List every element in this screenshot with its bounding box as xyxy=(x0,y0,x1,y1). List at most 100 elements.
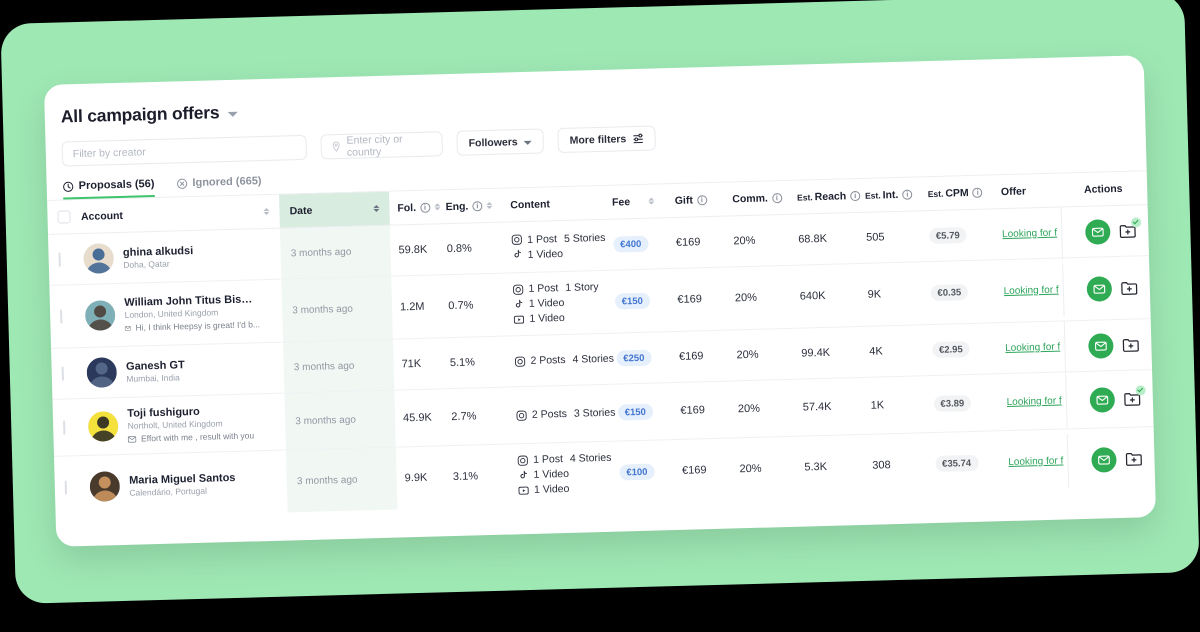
cell-account: Maria Miguel Santos Calendário, Portugal xyxy=(87,450,287,518)
offer-link[interactable]: Looking for f xyxy=(1002,227,1060,239)
cell-reach: 99.4K xyxy=(800,326,870,380)
commission-value: 20% xyxy=(737,402,761,416)
info-icon[interactable]: i xyxy=(850,190,861,201)
offer-link[interactable]: Looking for f xyxy=(1003,284,1061,296)
add-to-folder-button[interactable] xyxy=(1124,449,1144,469)
add-to-folder-button[interactable] xyxy=(1118,216,1142,241)
instagram-icon xyxy=(514,356,526,367)
cell-gift: €169 xyxy=(678,329,738,383)
cell-date: 3 months ago xyxy=(283,339,395,394)
th-fee: Fee xyxy=(611,183,676,220)
sort-account[interactable] xyxy=(263,207,270,216)
sort-date[interactable] xyxy=(373,204,380,213)
row-checkbox[interactable] xyxy=(61,366,64,381)
message-button[interactable] xyxy=(1090,446,1117,473)
account-name[interactable]: Ganesh GT xyxy=(126,359,185,373)
chevron-down-icon[interactable] xyxy=(227,111,238,118)
info-icon[interactable]: i xyxy=(472,200,483,211)
th-offer: Offer xyxy=(1000,172,1073,209)
message-button[interactable] xyxy=(1084,218,1111,245)
content-line: 1 Video xyxy=(517,467,619,482)
cell-commission: 20% xyxy=(737,379,804,438)
avatar xyxy=(88,411,120,442)
cell-engagement: 0.8% xyxy=(442,222,505,275)
cell-date: 3 months ago xyxy=(280,225,392,280)
sort-eng[interactable] xyxy=(486,201,493,210)
search-input[interactable]: Filter by creator xyxy=(61,134,308,167)
content-item: 4 Stories xyxy=(569,451,612,465)
content-item: 1 Post xyxy=(527,232,558,246)
offer-link[interactable]: Looking for f xyxy=(1006,395,1064,407)
cpm-badge: €5.79 xyxy=(928,227,967,245)
th-gift: Gift i xyxy=(674,181,733,218)
youtube-icon xyxy=(518,486,529,495)
cpm-badge: €3.89 xyxy=(933,394,972,413)
followers-value: 59.8K xyxy=(398,243,428,257)
campaign-offers-card: All campaign offers Filter by creator En… xyxy=(43,55,1157,547)
cell-gift: €169 xyxy=(675,215,735,269)
cell-content: 1 Post 4 Stories 1 Video 1 Video xyxy=(509,441,620,506)
cell-fee: €100 xyxy=(619,439,683,503)
add-to-folder-button[interactable] xyxy=(1121,335,1141,355)
envelope-icon xyxy=(1093,284,1106,294)
th-actions-label: Actions xyxy=(1083,182,1123,196)
engagement-value: 0.7% xyxy=(448,299,474,313)
row-checkbox[interactable] xyxy=(58,252,61,267)
info-icon[interactable]: i xyxy=(696,194,707,205)
cpm-badge: €2.95 xyxy=(931,341,970,359)
avatar xyxy=(89,471,121,502)
add-to-folder-button[interactable] xyxy=(1119,278,1139,298)
cell-cpm: €3.89 xyxy=(932,373,1008,433)
row-checkbox[interactable] xyxy=(63,420,66,435)
account-name[interactable]: ghina alkudsi xyxy=(123,244,194,258)
tab-proposals[interactable]: Proposals (56) xyxy=(63,178,155,199)
th-comm: Comm. i xyxy=(731,180,798,216)
more-filters-button[interactable]: More filters xyxy=(557,125,656,154)
folder-add-icon xyxy=(1125,452,1142,466)
clock-icon xyxy=(63,181,74,192)
sort-fee[interactable] xyxy=(648,197,655,205)
info-icon[interactable]: i xyxy=(972,187,983,198)
row-checkbox[interactable] xyxy=(64,480,68,495)
account-message-text: Hi, I think Heepsy is great! I'd b... xyxy=(135,319,261,333)
location-input[interactable]: Enter city or country xyxy=(320,131,444,160)
followers-value: 45.9K xyxy=(402,411,432,425)
cell-followers: 71K xyxy=(392,337,447,391)
gift-value: €169 xyxy=(680,404,706,417)
cell-offer: Looking for f xyxy=(1005,371,1079,431)
cell-interactions: 9K xyxy=(866,261,932,327)
sort-fol[interactable] xyxy=(433,203,441,211)
message-button[interactable] xyxy=(1087,332,1114,359)
cell-followers: 9.9K xyxy=(396,446,450,510)
th-account-label: Account xyxy=(80,209,124,223)
info-icon[interactable]: i xyxy=(771,192,782,203)
tab-ignored[interactable]: Ignored (665) xyxy=(176,175,262,196)
avatar-image xyxy=(89,471,121,502)
cell-fee: €250 xyxy=(615,331,680,385)
message-button[interactable] xyxy=(1086,275,1113,302)
account-message-text: Effort with me , result with you xyxy=(140,430,255,444)
th-actions: Actions xyxy=(1071,170,1156,207)
cell-actions xyxy=(1060,203,1156,259)
followers-filter-button[interactable]: Followers xyxy=(456,128,545,156)
cell-gift: €169 xyxy=(676,266,736,332)
info-icon[interactable]: i xyxy=(902,189,913,200)
cell-checkbox xyxy=(51,347,86,400)
table-scroll-area: Account Date Fol. i Eng. i Content Fee G… xyxy=(47,170,1156,519)
instagram-icon xyxy=(511,234,522,245)
content-line: 1 Post 1 Story xyxy=(512,281,614,296)
offer-link[interactable]: Looking for f xyxy=(1008,455,1066,467)
location-placeholder: Enter city or country xyxy=(346,132,403,159)
content-line: 1 Video xyxy=(518,482,620,497)
message-button[interactable] xyxy=(1089,386,1116,413)
add-to-folder-button[interactable] xyxy=(1122,384,1146,409)
cell-engagement: 0.7% xyxy=(443,273,506,338)
row-checkbox[interactable] xyxy=(60,309,63,324)
gift-value: €169 xyxy=(681,464,707,477)
offer-link[interactable]: Looking for f xyxy=(1005,341,1063,353)
cell-followers: 45.9K xyxy=(394,388,449,448)
cell-account: Ganesh GT Mumbai, India xyxy=(84,342,285,399)
info-icon[interactable]: i xyxy=(419,202,431,213)
tiktok-icon xyxy=(515,299,523,307)
select-all-checkbox[interactable] xyxy=(57,210,71,224)
